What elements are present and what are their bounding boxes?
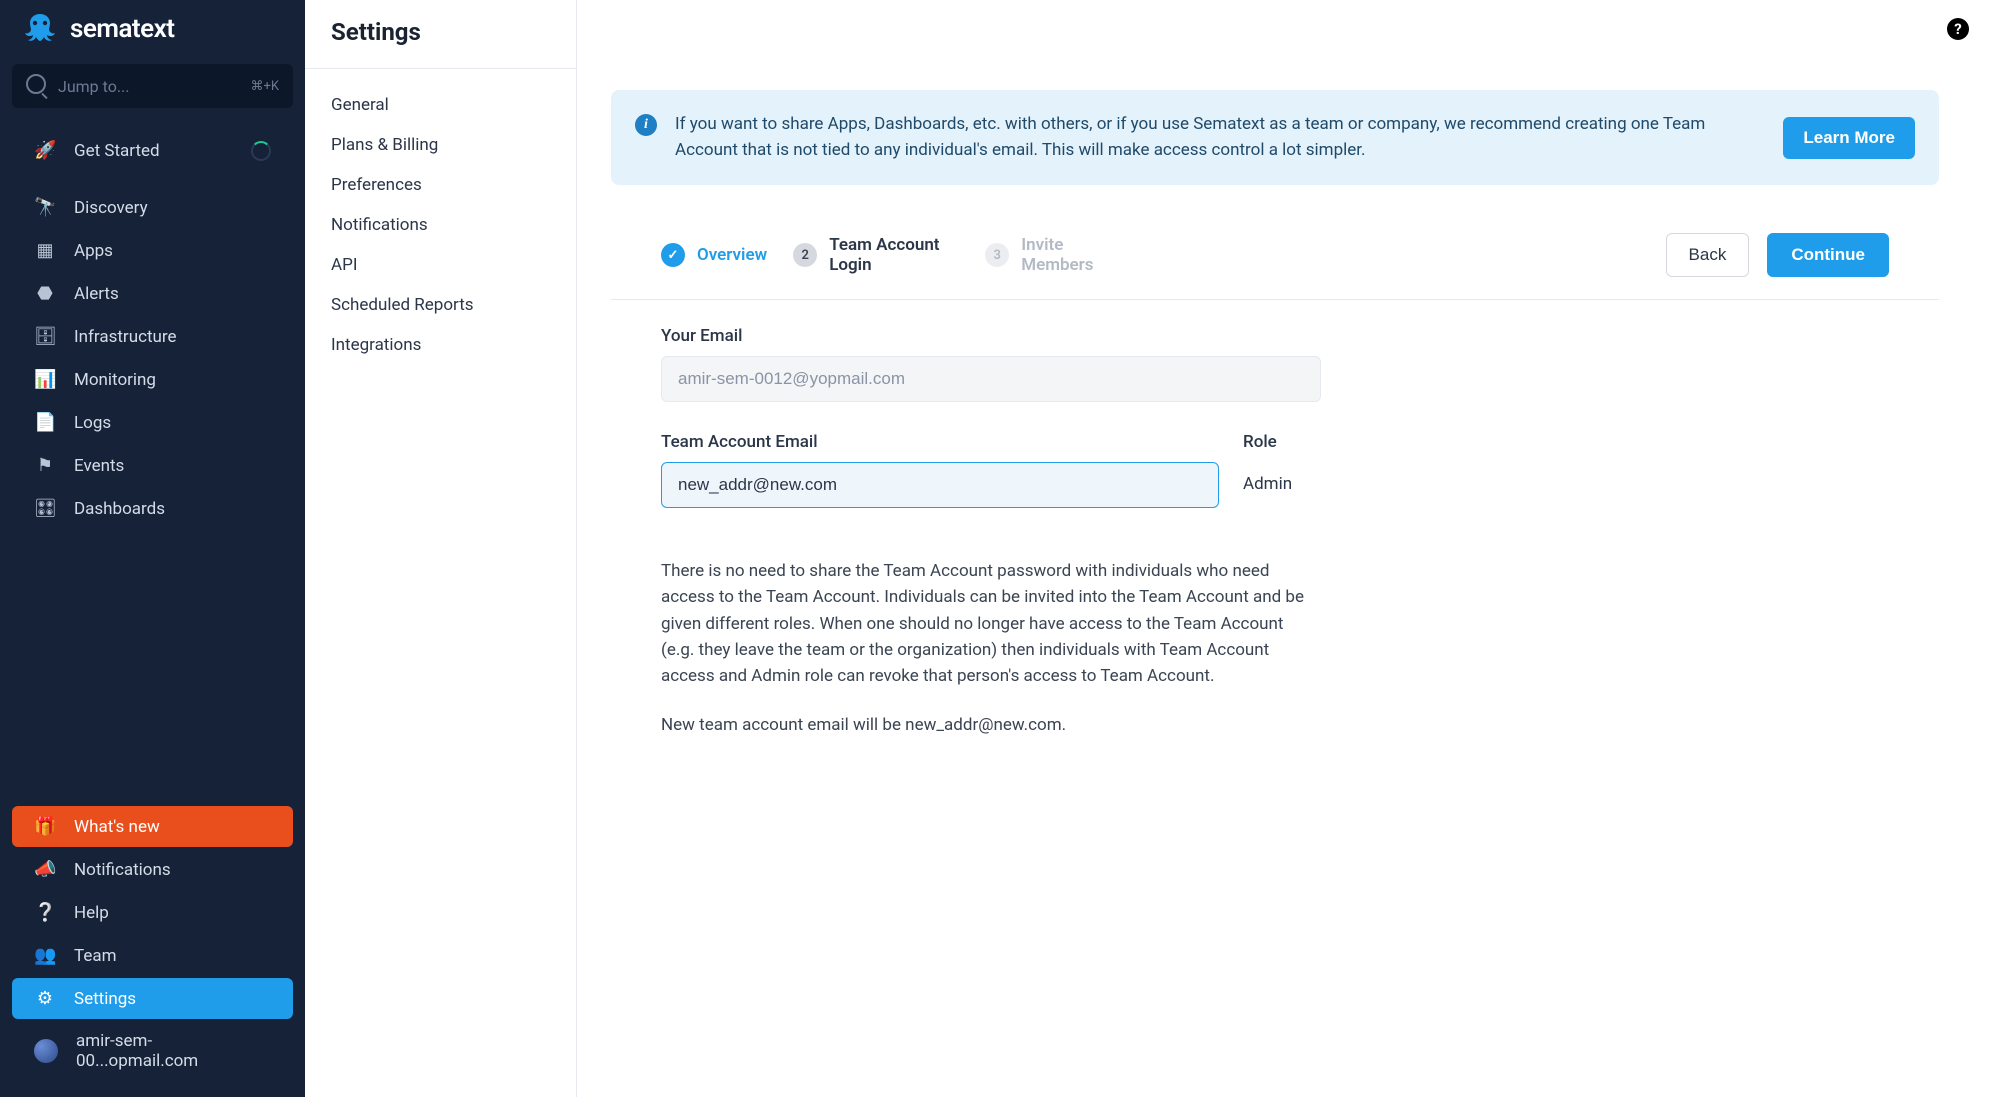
team-icon: 👥 — [34, 945, 56, 966]
nav-monitoring[interactable]: 📊 Monitoring — [12, 359, 293, 400]
search-icon — [26, 74, 46, 98]
step-2-badge: 2 — [793, 243, 817, 267]
step-3-badge: 3 — [985, 243, 1009, 267]
nav-logs[interactable]: 📄 Logs — [12, 402, 293, 443]
desc-paragraph-2: New team account email will be new_addr@… — [661, 712, 1321, 738]
nav-apps[interactable]: ▦ Apps — [12, 230, 293, 271]
stepper: ✓ Overview 2 Team Account Login 3 Invite… — [611, 203, 1939, 300]
description: There is no need to share the Team Accou… — [661, 558, 1321, 738]
back-button[interactable]: Back — [1666, 233, 1750, 277]
megaphone-icon: 📣 — [34, 859, 56, 880]
alert-icon: ⬣ — [34, 283, 56, 304]
help-icon: ❔ — [34, 902, 56, 923]
gauge-icon: 🎛 — [34, 498, 56, 519]
nav-settings[interactable]: ⚙ Settings — [12, 978, 293, 1019]
nav-infrastructure[interactable]: 🗄 Infrastructure — [12, 316, 293, 357]
your-email-label: Your Email — [661, 326, 1889, 346]
desc-paragraph-1: There is no need to share the Team Accou… — [661, 558, 1321, 690]
team-email-label: Team Account Email — [661, 432, 1219, 452]
step-team-account-login[interactable]: 2 Team Account Login — [793, 235, 959, 276]
nav-whats-new[interactable]: 🎁 What's new — [12, 806, 293, 847]
nav-notifications[interactable]: 📣 Notifications — [12, 849, 293, 890]
flag-icon: ⚑ — [34, 455, 56, 476]
server-icon: 🗄 — [34, 326, 56, 347]
nav-help[interactable]: ❔ Help — [12, 892, 293, 933]
gear-icon: ⚙ — [34, 988, 56, 1009]
nav-events[interactable]: ⚑ Events — [12, 445, 293, 486]
octopus-icon — [20, 12, 60, 46]
brand-logo[interactable]: sematext — [0, 0, 305, 56]
team-email-field[interactable] — [661, 462, 1219, 508]
document-icon: 📄 — [34, 412, 56, 433]
settings-plans-billing[interactable]: Plans & Billing — [305, 125, 576, 165]
settings-preferences[interactable]: Preferences — [305, 165, 576, 205]
page-title: Settings — [305, 0, 576, 69]
role-label: Role — [1243, 432, 1292, 452]
nav-dashboards[interactable]: 🎛 Dashboards — [12, 488, 293, 529]
step-overview[interactable]: ✓ Overview — [661, 243, 767, 267]
your-email-field — [661, 356, 1321, 402]
jump-placeholder: Jump to... — [58, 77, 130, 96]
role-value: Admin — [1243, 462, 1292, 494]
learn-more-button[interactable]: Learn More — [1783, 117, 1915, 159]
jump-shortcut: ⌘+K — [250, 79, 279, 94]
check-icon: ✓ — [661, 243, 685, 267]
jump-to-search[interactable]: Jump to... ⌘+K — [12, 64, 293, 108]
binoculars-icon: 🔭 — [34, 197, 56, 218]
continue-button[interactable]: Continue — [1767, 233, 1889, 277]
info-banner: i If you want to share Apps, Dashboards,… — [611, 90, 1939, 185]
nav-team[interactable]: 👥 Team — [12, 935, 293, 976]
loading-icon — [251, 141, 271, 161]
main-content: ? i If you want to share Apps, Dashboard… — [577, 0, 1999, 1097]
rocket-icon: 🚀 — [34, 140, 56, 161]
nav-alerts[interactable]: ⬣ Alerts — [12, 273, 293, 314]
settings-general[interactable]: General — [305, 85, 576, 125]
primary-sidebar: sematext Jump to... ⌘+K 🚀 Get Started 🔭 … — [0, 0, 305, 1097]
settings-sidebar: Settings General Plans & Billing Prefere… — [305, 0, 577, 1097]
nav-get-started[interactable]: 🚀 Get Started — [12, 130, 293, 171]
nav-discovery[interactable]: 🔭 Discovery — [12, 187, 293, 228]
info-icon: i — [635, 114, 657, 136]
chart-icon: 📊 — [34, 369, 56, 390]
avatar-icon — [34, 1039, 58, 1063]
settings-notifications[interactable]: Notifications — [305, 205, 576, 245]
grid-icon: ▦ — [34, 240, 56, 261]
brand-name: sematext — [70, 14, 175, 44]
settings-api[interactable]: API — [305, 245, 576, 285]
step-invite-members: 3 Invite Members — [985, 235, 1111, 276]
help-button[interactable]: ? — [1947, 18, 1969, 40]
settings-scheduled-reports[interactable]: Scheduled Reports — [305, 285, 576, 325]
nav-user[interactable]: amir-sem-00...opmail.com — [12, 1021, 293, 1081]
info-text: If you want to share Apps, Dashboards, e… — [675, 112, 1765, 163]
gift-icon: 🎁 — [34, 816, 56, 837]
settings-integrations[interactable]: Integrations — [305, 325, 576, 365]
